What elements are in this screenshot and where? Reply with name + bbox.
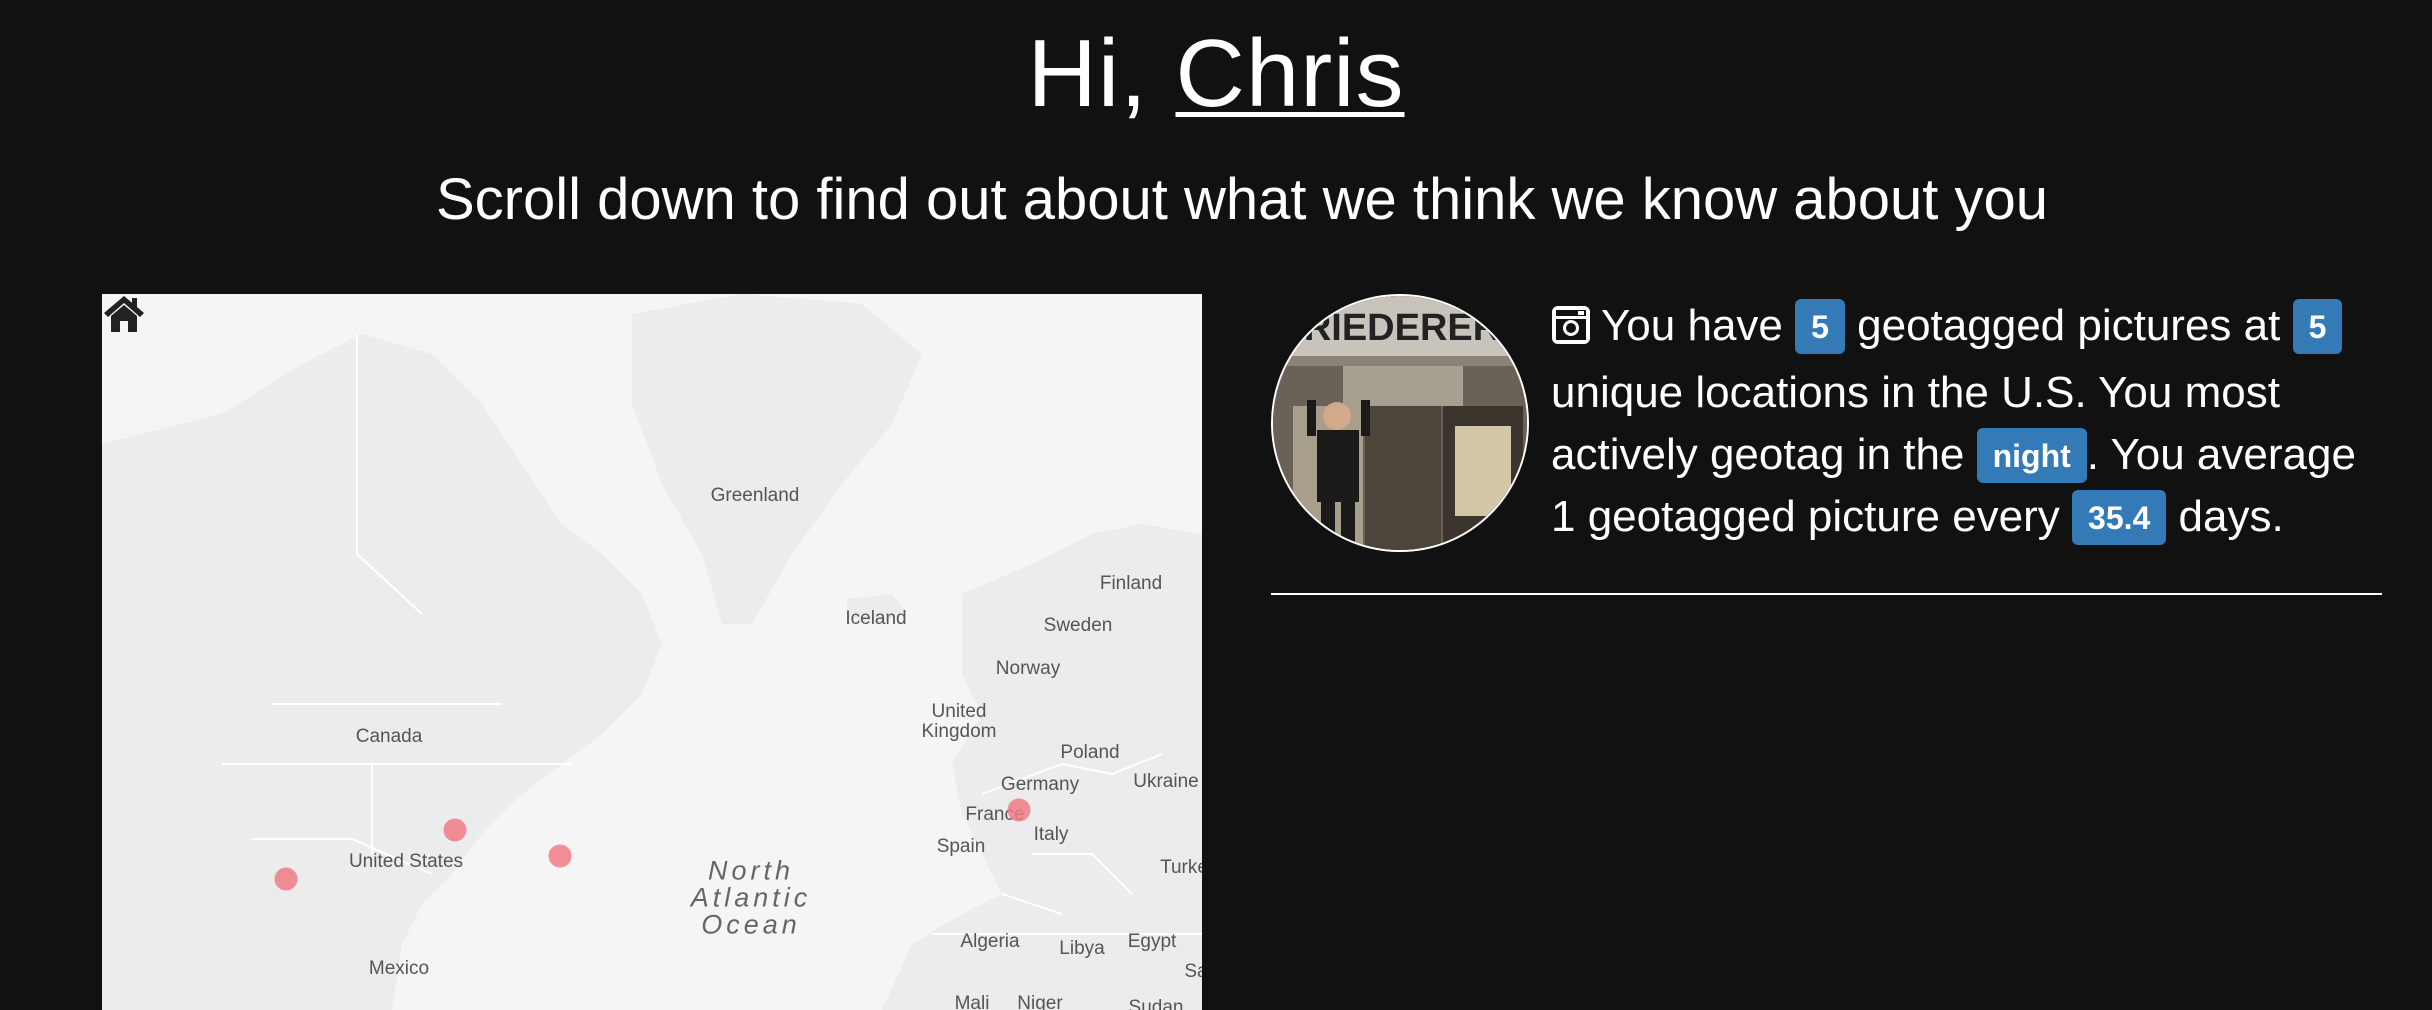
section-divider <box>1271 593 2382 595</box>
map-label-iceland: Iceland <box>845 608 907 629</box>
greeting-text: Hi, <box>1027 20 1176 127</box>
map-label-saudi: Sa <box>1184 961 1202 982</box>
map-label-mexico: Mexico <box>368 958 430 979</box>
svg-text:RIEDERER: RIEDERER <box>1304 307 1500 349</box>
map-label-algeria: Algeria <box>960 931 1020 952</box>
map-label-sweden: Sweden <box>1043 615 1113 636</box>
map-label-mali: Mali <box>954 993 990 1010</box>
summary-text-2: geotagged pictures at <box>1844 301 2293 350</box>
map-label-finland: Finland <box>1099 573 1163 594</box>
user-name-link[interactable]: Chris <box>1175 20 1404 127</box>
days-average-badge: 35.4 <box>2072 490 2167 545</box>
map-label-niger: Niger <box>1017 993 1063 1010</box>
map-label-canada: Canada <box>355 726 423 747</box>
map-label-libya: Libya <box>1059 938 1105 959</box>
time-of-day-badge: night <box>1976 428 2087 483</box>
map-label-norway: Norway <box>995 658 1061 679</box>
home-icon[interactable] <box>102 294 146 334</box>
geotag-pin[interactable] <box>1007 798 1031 822</box>
geotag-pin[interactable] <box>443 818 467 842</box>
greeting-heading: Hi, Chris <box>0 14 2432 134</box>
instagram-summary: You have 5 geotagged pictures at 5 uniqu… <box>1551 295 2381 548</box>
summary-text-5: days. <box>2166 492 2284 541</box>
locations-count-badge: 5 <box>2292 299 2343 354</box>
map-label-italy: Italy <box>1033 824 1069 845</box>
map-label-spain: Spain <box>936 836 986 857</box>
geotag-pin[interactable] <box>274 867 298 891</box>
map-label-ukraine: Ukraine <box>1133 771 1199 792</box>
map-land-shapes <box>102 294 1202 1010</box>
pictures-count-badge: 5 <box>1795 299 1845 354</box>
map-label-united-states: United States <box>348 851 464 872</box>
map-label-egypt: Egypt <box>1127 931 1177 952</box>
map-label-sudan: Sudan <box>1128 997 1184 1010</box>
geotag-map[interactable]: Greenland Iceland Finland Sweden Norway … <box>102 294 1202 1010</box>
map-label-ocean: North Atlantic Ocean <box>690 855 812 940</box>
instagram-icon <box>1551 300 1591 362</box>
map-label-greenland: Greenland <box>710 485 800 506</box>
profile-photo: RIEDERER <box>1271 294 1529 552</box>
map-label-poland: Poland <box>1060 742 1120 763</box>
map-label-united-kingdom: United Kingdom <box>921 701 997 742</box>
geotag-pin[interactable] <box>548 844 572 868</box>
summary-text-1: You have <box>1601 301 1796 350</box>
page-subtitle: Scroll down to find out about what we th… <box>435 167 2049 232</box>
map-label-turkey: Turke <box>1160 857 1202 878</box>
map-label-germany: Germany <box>1000 774 1080 795</box>
